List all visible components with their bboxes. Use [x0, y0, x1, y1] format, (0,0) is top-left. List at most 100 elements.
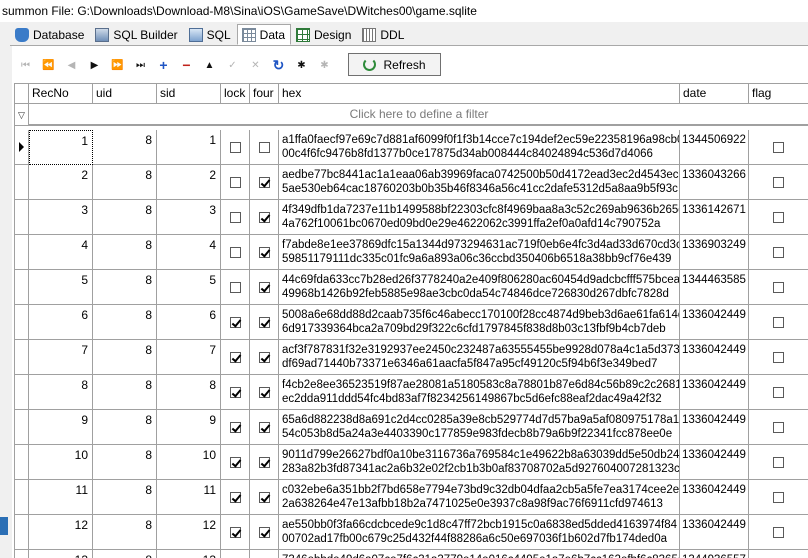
four-checkbox[interactable] [258, 211, 270, 223]
cell-sid[interactable]: 1 [157, 130, 221, 165]
four-checkbox[interactable] [258, 176, 270, 188]
cell-date[interactable]: 1344506922 [680, 130, 749, 165]
cell-date[interactable]: 1344463585 [680, 270, 749, 305]
data-grid[interactable]: RecNo uid sid lock four hex date flag ▽ Click h… [14, 83, 808, 558]
cell-date[interactable]: 1336042449 [680, 445, 749, 480]
cell-lock[interactable] [221, 515, 250, 550]
column-header-date[interactable]: date [680, 84, 749, 104]
four-checkbox[interactable] [258, 421, 270, 433]
cell-hex[interactable]: 7346ebbde49d6a07ce7f6c31a3779e14e016c449… [279, 550, 680, 558]
lock-checkbox[interactable] [229, 526, 241, 538]
tab-database[interactable]: Database [10, 24, 90, 45]
cell-four[interactable] [250, 305, 279, 340]
table-row[interactable]: 8 8 8 f4cb2e8ee36523519f87ae28081a5180583c8… [15, 375, 808, 410]
last-record-button[interactable]: ⏭ [129, 54, 152, 76]
cell-four[interactable] [250, 550, 279, 558]
cell-four[interactable] [250, 445, 279, 480]
cell-hex[interactable]: f7abde8e1ee37869dfc15a1344d973294631ac71… [279, 235, 680, 270]
prior-page-button[interactable]: ⏪ [37, 54, 60, 76]
flag-checkbox[interactable] [773, 176, 784, 188]
cell-sid[interactable]: 2 [157, 165, 221, 200]
cell-hex[interactable]: ae550bb0f3fa66cdcbcede9c1d8c47ff72bcb191… [279, 515, 680, 550]
cell-flag[interactable] [749, 445, 808, 480]
cell-hex[interactable]: 9011d799e26627bdf0a10be3116736a769584c1e… [279, 445, 680, 480]
cell-hex[interactable]: aedbe77bc8441ac1a1eaa06ab39969faca074250… [279, 165, 680, 200]
tab-ddl[interactable]: DDL [357, 24, 410, 45]
cell-sid[interactable]: 8 [157, 375, 221, 410]
cell-date[interactable]: 1344936557 [680, 550, 749, 558]
cell-uid[interactable]: 8 [93, 305, 157, 340]
cell-uid[interactable]: 8 [93, 550, 157, 558]
post-edit-button[interactable]: ✓ [221, 54, 244, 76]
cell-flag[interactable] [749, 410, 808, 445]
cancel-edit-button[interactable]: ✕ [244, 54, 267, 76]
cell-uid[interactable]: 8 [93, 340, 157, 375]
cell-lock[interactable] [221, 375, 250, 410]
cell-uid[interactable]: 8 [93, 445, 157, 480]
cell-hex[interactable]: 65a6d882238d8a691c2d4cc0285a39e8cb529774… [279, 410, 680, 445]
cell-date[interactable]: 1336042449 [680, 515, 749, 550]
cell-four[interactable] [250, 340, 279, 375]
column-header-lock[interactable]: lock [221, 84, 250, 104]
cell-hex[interactable]: 5008a6e68dd88d2caab735f6c46abecc170100f2… [279, 305, 680, 340]
cell-uid[interactable]: 8 [93, 480, 157, 515]
filter-row[interactable]: ▽ Click here to define a filter [15, 104, 808, 126]
cell-hex[interactable]: 44c69fda633cc7b28ed26f3778240a2e409f8062… [279, 270, 680, 305]
cell-date[interactable]: 1336903249 [680, 235, 749, 270]
four-checkbox[interactable] [258, 456, 270, 468]
cell-flag[interactable] [749, 550, 808, 558]
table-row[interactable]: 5 8 5 44c69fda633cc7b28ed26f3778240a2e409f8… [15, 270, 808, 305]
tab-design[interactable]: Design [291, 24, 357, 45]
prior-record-button[interactable]: ◀ [60, 54, 83, 76]
table-row[interactable]: 11 8 11 c032ebe6a351bb2f7bd658e7794e73bd9c3… [15, 480, 808, 515]
cell-lock[interactable] [221, 235, 250, 270]
four-checkbox[interactable] [258, 316, 270, 328]
table-row[interactable]: 1 8 1 a1ffa0faecf97e69c7d881af6099f0f1f3b14… [15, 130, 808, 165]
cell-date[interactable]: 1336042449 [680, 340, 749, 375]
column-header-uid[interactable]: uid [93, 84, 157, 104]
flag-checkbox[interactable] [773, 421, 784, 433]
cell-hex[interactable]: a1ffa0faecf97e69c7d881af6099f0f1f3b14cce… [279, 130, 680, 165]
cell-flag[interactable] [749, 305, 808, 340]
flag-checkbox[interactable] [773, 351, 784, 363]
cell-hex[interactable]: f4cb2e8ee36523519f87ae28081a5180583c8a78… [279, 375, 680, 410]
delete-record-button[interactable]: − [175, 54, 198, 76]
filter-placeholder[interactable]: Click here to define a filter [29, 104, 808, 126]
table-row[interactable]: 13813 7346ebbde49d6a07ce7f6c31a3779e14e01… [15, 550, 808, 558]
lock-checkbox[interactable] [229, 141, 241, 153]
cell-sid[interactable]: 7 [157, 340, 221, 375]
flag-checkbox[interactable] [773, 526, 784, 538]
cancel-updates-button[interactable]: ✱ [313, 54, 336, 76]
table-row[interactable]: 12 8 12 ae550bb0f3fa66cdcbcede9c1d8c47ff72b… [15, 515, 808, 550]
lock-checkbox[interactable] [229, 421, 241, 433]
cell-sid[interactable]: 6 [157, 305, 221, 340]
cell-four[interactable] [250, 375, 279, 410]
column-header-recno[interactable]: RecNo [29, 84, 93, 104]
cell-lock[interactable] [221, 340, 250, 375]
four-checkbox[interactable] [258, 281, 270, 293]
cell-recno[interactable]: 10 [29, 445, 93, 480]
cell-four[interactable] [250, 235, 279, 270]
cell-sid[interactable]: 10 [157, 445, 221, 480]
cell-flag[interactable] [749, 235, 808, 270]
cell-sid[interactable]: 11 [157, 480, 221, 515]
cell-hex[interactable]: acf3f787831f32e3192937ee2450c232487a6355… [279, 340, 680, 375]
cell-lock[interactable] [221, 165, 250, 200]
cell-lock[interactable] [221, 270, 250, 305]
cell-flag[interactable] [749, 340, 808, 375]
cell-sid[interactable]: 3 [157, 200, 221, 235]
flag-checkbox[interactable] [773, 246, 784, 258]
cell-flag[interactable] [749, 480, 808, 515]
table-row[interactable]: 4 8 4 f7abde8e1ee37869dfc15a1344d973294631a… [15, 235, 808, 270]
cell-sid[interactable]: 9 [157, 410, 221, 445]
cell-uid[interactable]: 8 [93, 270, 157, 305]
lock-checkbox[interactable] [229, 386, 241, 398]
four-checkbox[interactable] [258, 491, 270, 503]
flag-checkbox[interactable] [773, 316, 784, 328]
cell-uid[interactable]: 8 [93, 165, 157, 200]
cell-flag[interactable] [749, 375, 808, 410]
cell-four[interactable] [250, 480, 279, 515]
first-record-button[interactable]: ⏮ [14, 54, 37, 76]
flag-checkbox[interactable] [773, 141, 784, 153]
lock-checkbox[interactable] [229, 456, 241, 468]
